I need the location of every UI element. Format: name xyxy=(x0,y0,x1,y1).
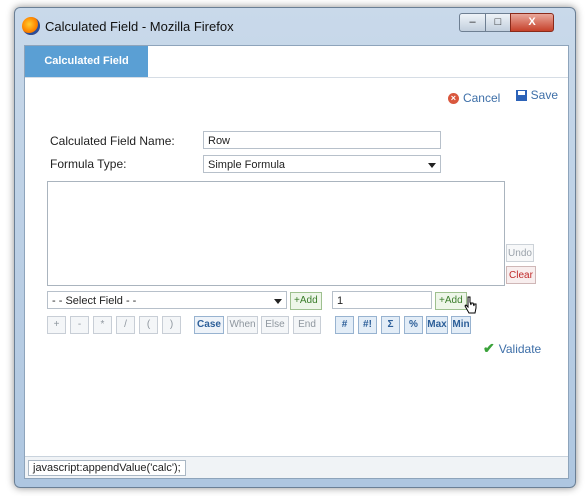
divide-button[interactable]: / xyxy=(116,316,135,334)
when-button[interactable]: When xyxy=(227,316,258,334)
browser-window: Calculated Field - Mozilla Firefox – □ X… xyxy=(14,7,576,488)
hash-distinct-button[interactable]: #! xyxy=(358,316,377,334)
chevron-down-icon xyxy=(428,163,436,168)
hash-button[interactable]: # xyxy=(335,316,354,334)
page-content: Calculated Field × Cancel Save Calculate… xyxy=(24,45,569,479)
case-button[interactable]: Case xyxy=(194,316,224,334)
save-link[interactable]: Save xyxy=(515,88,558,102)
min-button[interactable]: Min xyxy=(451,316,471,334)
select-field-dropdown[interactable]: - - Select Field - - xyxy=(47,291,287,309)
window-title: Calculated Field - Mozilla Firefox xyxy=(45,19,234,34)
formula-type-label: Formula Type: xyxy=(50,157,127,171)
select-field-value: - - Select Field - - xyxy=(52,295,137,307)
value-input[interactable]: 1 xyxy=(332,291,432,309)
multiply-button[interactable]: * xyxy=(93,316,112,334)
plus-button[interactable]: + xyxy=(47,316,66,334)
status-text: javascript:appendValue('calc'); xyxy=(28,460,186,476)
else-button[interactable]: Else xyxy=(261,316,289,334)
end-button[interactable]: End xyxy=(293,316,321,334)
header-actions: × Cancel Save xyxy=(436,88,558,105)
tab-calculated-field[interactable]: Calculated Field xyxy=(25,46,148,77)
close-button[interactable]: X xyxy=(510,13,554,32)
maximize-button[interactable]: □ xyxy=(485,13,511,32)
status-bar: javascript:appendValue('calc'); xyxy=(25,456,568,478)
cancel-label: Cancel xyxy=(462,91,501,105)
check-icon: ✔ xyxy=(483,340,495,356)
name-label: Calculated Field Name: xyxy=(50,134,175,148)
validate-label: Validate xyxy=(498,341,542,356)
chevron-down-icon xyxy=(274,299,282,304)
save-label: Save xyxy=(530,88,558,102)
cancel-icon: × xyxy=(447,92,459,104)
name-input[interactable]: Row xyxy=(203,131,441,149)
save-disk-icon xyxy=(515,89,527,101)
formula-textarea[interactable] xyxy=(47,181,505,286)
undo-button[interactable]: Undo xyxy=(506,244,534,262)
formula-type-select[interactable]: Simple Formula xyxy=(203,155,441,173)
add-value-button[interactable]: +Add xyxy=(435,292,467,310)
minimize-button[interactable]: – xyxy=(459,13,486,32)
sum-button[interactable]: Σ xyxy=(381,316,400,334)
clear-button[interactable]: Clear xyxy=(506,266,536,284)
hand-cursor-icon xyxy=(464,296,477,314)
percent-button[interactable]: % xyxy=(404,316,423,334)
validate-link[interactable]: ✔ Validate xyxy=(483,340,541,357)
formula-type-value: Simple Formula xyxy=(208,159,286,171)
open-paren-button[interactable]: ( xyxy=(139,316,158,334)
title-bar[interactable]: Calculated Field - Mozilla Firefox – □ X xyxy=(15,8,575,46)
firefox-icon xyxy=(22,17,40,35)
minus-button[interactable]: - xyxy=(70,316,89,334)
add-field-button[interactable]: +Add xyxy=(290,292,322,310)
max-button[interactable]: Max xyxy=(426,316,448,334)
cancel-link[interactable]: × Cancel xyxy=(447,91,501,105)
close-paren-button[interactable]: ) xyxy=(162,316,181,334)
tab-strip: Calculated Field xyxy=(25,46,568,78)
